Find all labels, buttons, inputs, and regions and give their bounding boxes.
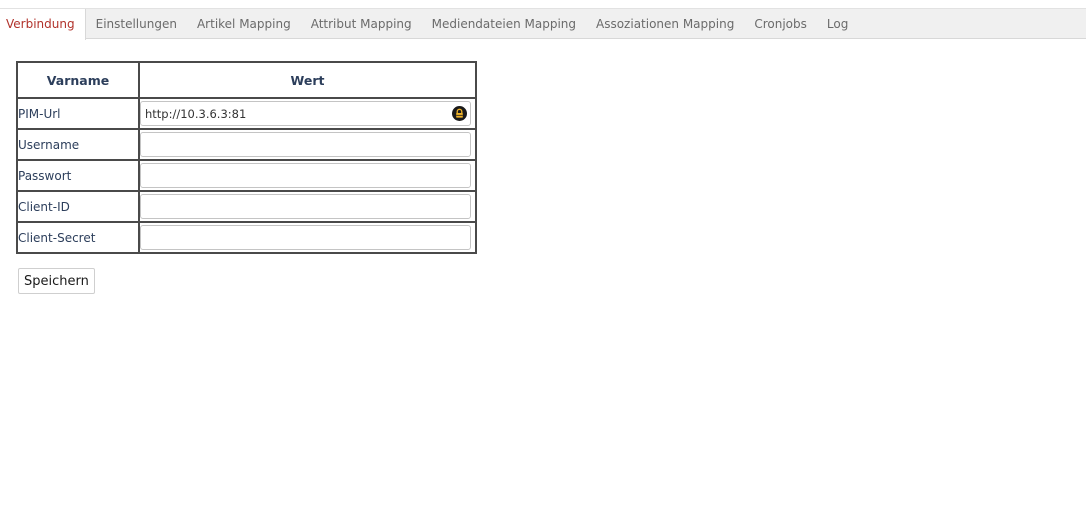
value-cell [138,190,477,223]
row-label-pim-url: PIM-Url [16,97,140,130]
tab-mediendateien-mapping[interactable]: Mediendateien Mapping [422,9,586,38]
table-row: Passwort [16,159,477,192]
table-header-row: Varname Wert [16,61,477,99]
pim-url-field-wrapper [140,101,471,126]
table-row: PIM-Url [16,97,477,130]
tab-assoziationen-mapping[interactable]: Assoziationen Mapping [586,9,744,38]
passwort-input[interactable] [141,164,445,187]
value-cell [138,159,477,192]
client-secret-field-wrapper [140,225,471,250]
tab-artikel-mapping[interactable]: Artikel Mapping [187,9,301,38]
value-cell [138,128,477,161]
username-input[interactable] [141,133,445,156]
row-label-client-id: Client-ID [16,190,140,223]
tab-log[interactable]: Log [817,9,858,38]
row-label-username: Username [16,128,140,161]
table-row: Client-ID [16,190,477,223]
save-button[interactable]: Speichern [18,268,95,294]
table-row: Username [16,128,477,161]
passwort-field-wrapper [140,163,471,188]
column-header-wert: Wert [138,61,477,99]
client-id-field-wrapper [140,194,471,219]
value-cell [138,221,477,254]
row-label-passwort: Passwort [16,159,140,192]
pim-url-input[interactable] [141,102,445,125]
tab-cronjobs[interactable]: Cronjobs [744,9,817,38]
client-secret-input[interactable] [141,226,445,249]
tab-einstellungen[interactable]: Einstellungen [86,9,187,38]
username-field-wrapper [140,132,471,157]
value-cell [138,97,477,130]
row-label-client-secret: Client-Secret [16,221,140,254]
table-row: Client-Secret [16,221,477,254]
connection-settings-table: Varname Wert PIM-Url http://10.3.6.3:81 … [16,61,477,254]
tab-bar: Verbindung Einstellungen Artikel Mapping… [0,8,1086,40]
lock-icon[interactable] [452,106,467,121]
tab-attribut-mapping[interactable]: Attribut Mapping [301,9,422,38]
tab-verbindung[interactable]: Verbindung [0,9,86,40]
column-header-varname: Varname [16,61,140,99]
client-id-input[interactable] [141,195,445,218]
